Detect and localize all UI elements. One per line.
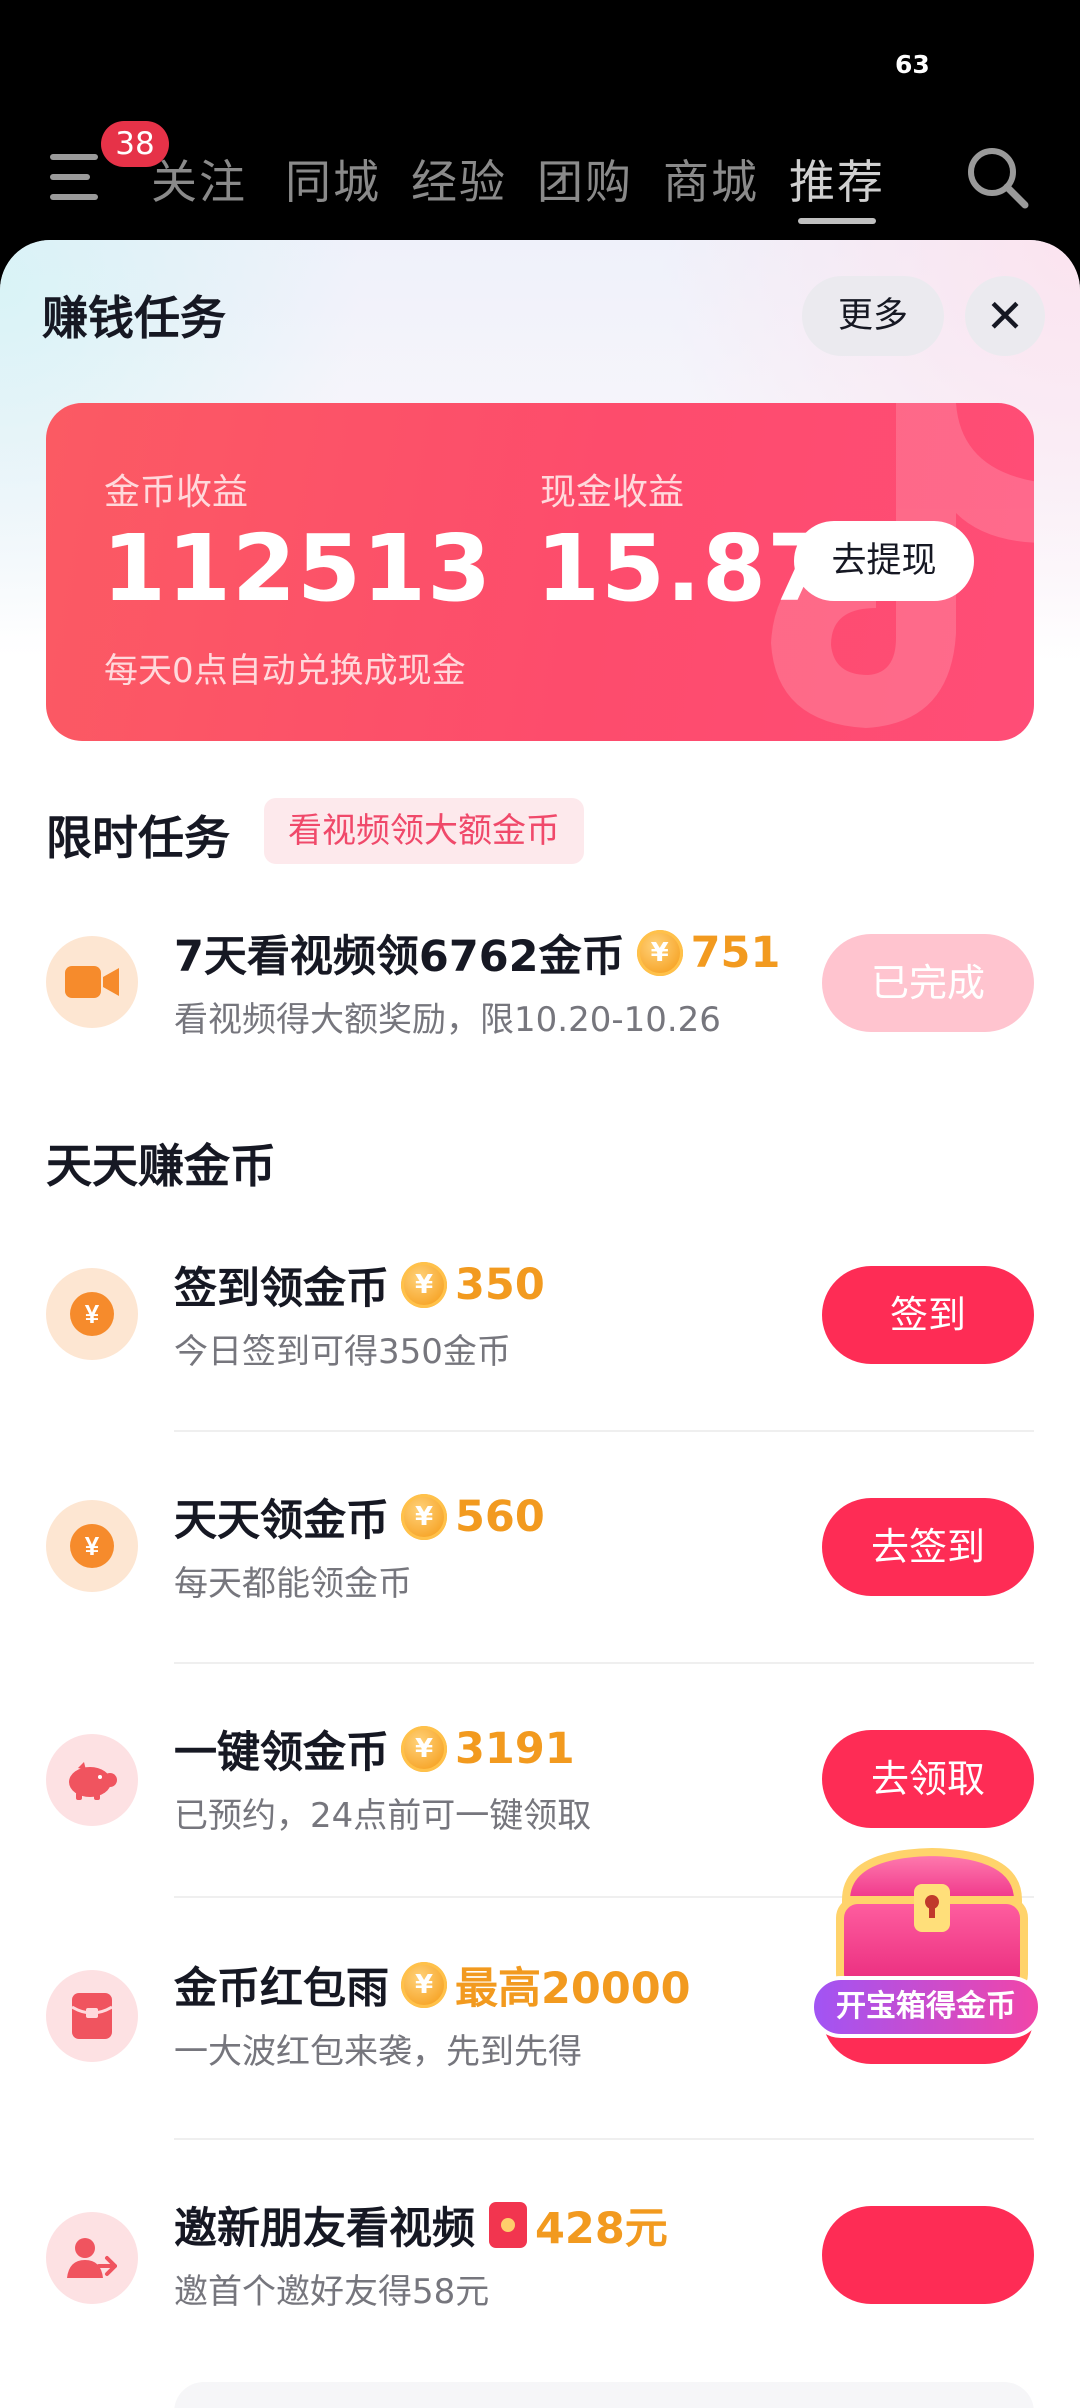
limited-task-reward: 751 (690, 928, 781, 978)
invite-task-subtitle: 邀首个邀好友得58元 (174, 2272, 490, 2312)
daily-coin-task-title: 天天领金币 ¥ 560 (174, 1486, 545, 1548)
invite-task-title-text: 邀新朋友看视频 (174, 2204, 475, 2254)
invite-task-reward: 428元 (535, 2204, 668, 2254)
svg-text:¥: ¥ (85, 1531, 100, 1561)
menu-icon (50, 154, 98, 160)
divider (174, 1662, 1034, 1664)
notification-badge: 38 (101, 121, 169, 167)
completed-button[interactable]: 已完成 (822, 934, 1034, 1032)
oneclick-task-subtitle: 已预约，24点前可一键领取 (174, 1796, 592, 1836)
menu-button[interactable] (50, 152, 106, 204)
coin-icon: ¥ (636, 930, 683, 976)
limited-tasks-heading: 限时任务 (46, 811, 230, 865)
invite-button[interactable] (822, 2206, 1034, 2304)
red-envelope-icon (489, 2202, 527, 2248)
go-claim-button[interactable]: 去领取 (822, 1730, 1034, 1828)
next-card-edge (174, 2382, 1034, 2408)
checkin-task-title: 签到领金币 ¥ 350 (174, 1254, 545, 1316)
tab-recommend[interactable]: 推荐 (789, 130, 885, 240)
yuan-coin-icon: ¥ (46, 1500, 138, 1592)
treasure-label[interactable]: 开宝箱得金币 (810, 1976, 1042, 2038)
tab-experience[interactable]: 经验 (411, 130, 507, 240)
earnings-card: 金币收益 112513 现金收益 15.87 去提现 每天0点自动兑换成现金 (46, 403, 1034, 741)
limited-task-title-text: 7天看视频领6762金币 (174, 932, 625, 982)
search-icon (968, 148, 1029, 209)
cash-earnings-value: 15.87 (536, 515, 833, 622)
tab-group-buy[interactable]: 团购 (537, 130, 633, 240)
nav-tabs: 关注 同城 经验 团购 商城 推荐 (150, 130, 920, 240)
coin-rain-task-subtitle: 一大波红包来袭，先到先得 (174, 2032, 582, 2072)
divider (174, 1430, 1034, 1432)
oneclick-task-title-text: 一键领金币 (174, 1728, 389, 1778)
daily-coin-task-subtitle: 每天都能领金币 (174, 1564, 412, 1604)
sheet-title: 赚钱任务 (42, 291, 226, 345)
limited-task-subtitle: 看视频得大额奖励，限10.20-10.26 (174, 1000, 721, 1040)
coin-rain-task-title: 金币红包雨 ¥ 最高20000 (174, 1954, 691, 2016)
daily-tasks-heading: 天天赚金币 (46, 1139, 276, 1193)
coin-icon: ¥ (401, 1726, 447, 1772)
tab-nearby[interactable]: 同城 (285, 130, 381, 240)
close-button[interactable]: ✕ (965, 276, 1045, 356)
withdraw-button[interactable]: 去提现 (794, 521, 974, 601)
red-envelope-icon (46, 1970, 138, 2062)
close-icon: ✕ (985, 289, 1025, 343)
coin-rain-task-title-text: 金币红包雨 (174, 1964, 389, 2014)
coin-icon: ¥ (401, 1962, 447, 2008)
cash-earnings-label: 现金收益 (540, 472, 685, 513)
checkin-button[interactable]: 签到 (822, 1266, 1034, 1364)
battery-level: 63 (895, 50, 930, 79)
coin-earnings-value: 112513 (102, 515, 493, 622)
oneclick-task-title: 一键领金币 ¥ 3191 (174, 1718, 575, 1780)
checkin-task-subtitle: 今日签到可得350金币 (174, 1332, 511, 1372)
coin-rain-task-reward: 最高20000 (455, 1964, 691, 2014)
checkin-task-reward: 350 (455, 1260, 545, 1310)
yuan-coin-icon: ¥ (46, 1268, 138, 1360)
more-button[interactable]: 更多 (802, 276, 944, 356)
tab-mall[interactable]: 商城 (663, 130, 759, 240)
earn-money-sheet: 赚钱任务 更多 ✕ 金币收益 112513 现金收益 15.87 去提现 每天0… (0, 240, 1080, 2408)
status-bar: 63 (0, 0, 1080, 130)
menu-icon-bar (50, 174, 90, 180)
invite-task-title: 邀新朋友看视频 428元 (174, 2194, 668, 2256)
divider (174, 2138, 1034, 2140)
coin-icon: ¥ (401, 1262, 447, 1308)
piggy-bank-icon (46, 1734, 138, 1826)
limited-task-title: 7天看视频领6762金币 ¥ 751 (174, 922, 780, 984)
invite-friends-icon (46, 2212, 138, 2304)
coin-icon: ¥ (401, 1494, 447, 1540)
go-checkin-button[interactable]: 去签到 (822, 1498, 1034, 1596)
video-camera-icon (46, 936, 138, 1028)
search-button[interactable] (962, 142, 1032, 212)
coin-earnings-label: 金币收益 (104, 472, 249, 513)
daily-coin-task-reward: 560 (455, 1492, 545, 1542)
svg-text:¥: ¥ (85, 1299, 100, 1329)
oneclick-task-reward: 3191 (455, 1724, 575, 1774)
daily-coin-task-title-text: 天天领金币 (174, 1496, 389, 1546)
limited-tasks-tag: 看视频领大额金币 (264, 798, 584, 864)
checkin-task-title-text: 签到领金币 (174, 1264, 389, 1314)
menu-icon-bar (50, 194, 98, 200)
exchange-note: 每天0点自动兑换成现金 (104, 651, 466, 691)
